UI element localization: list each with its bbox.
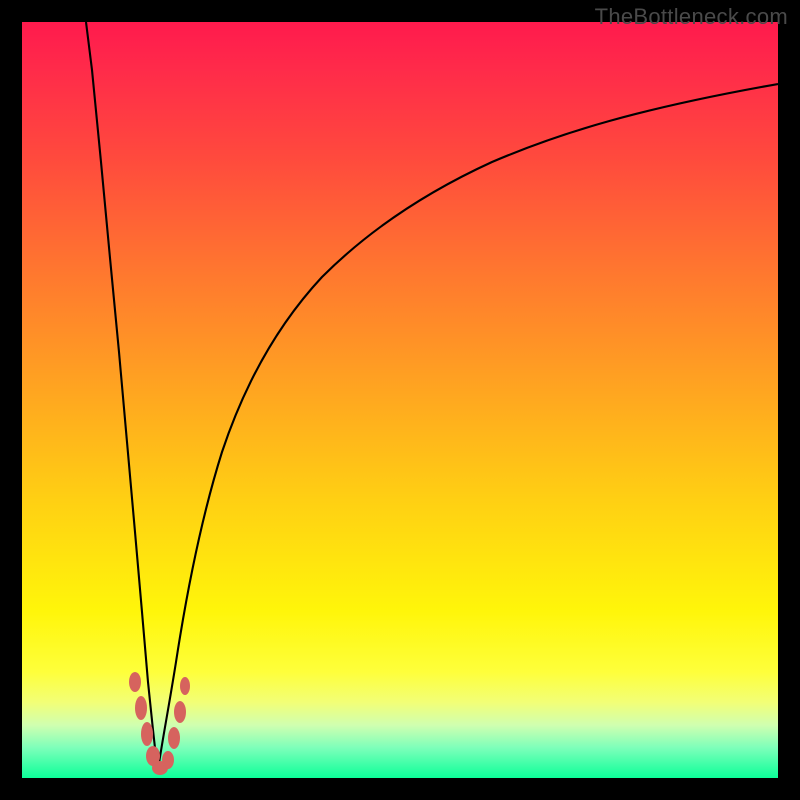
- blob-dot: [174, 701, 186, 723]
- blob-dot: [180, 677, 190, 695]
- blob-dot: [135, 696, 147, 720]
- highlight-blobs: [129, 672, 190, 775]
- curve-left-branch: [86, 22, 158, 770]
- curve-right-branch: [158, 84, 778, 770]
- blob-dot: [162, 751, 174, 769]
- blob-dot: [129, 672, 141, 692]
- chart-svg: [22, 22, 778, 778]
- plot-area: [22, 22, 778, 778]
- blob-dot: [168, 727, 180, 749]
- watermark-text: TheBottleneck.com: [595, 4, 788, 30]
- blob-dot: [141, 722, 153, 746]
